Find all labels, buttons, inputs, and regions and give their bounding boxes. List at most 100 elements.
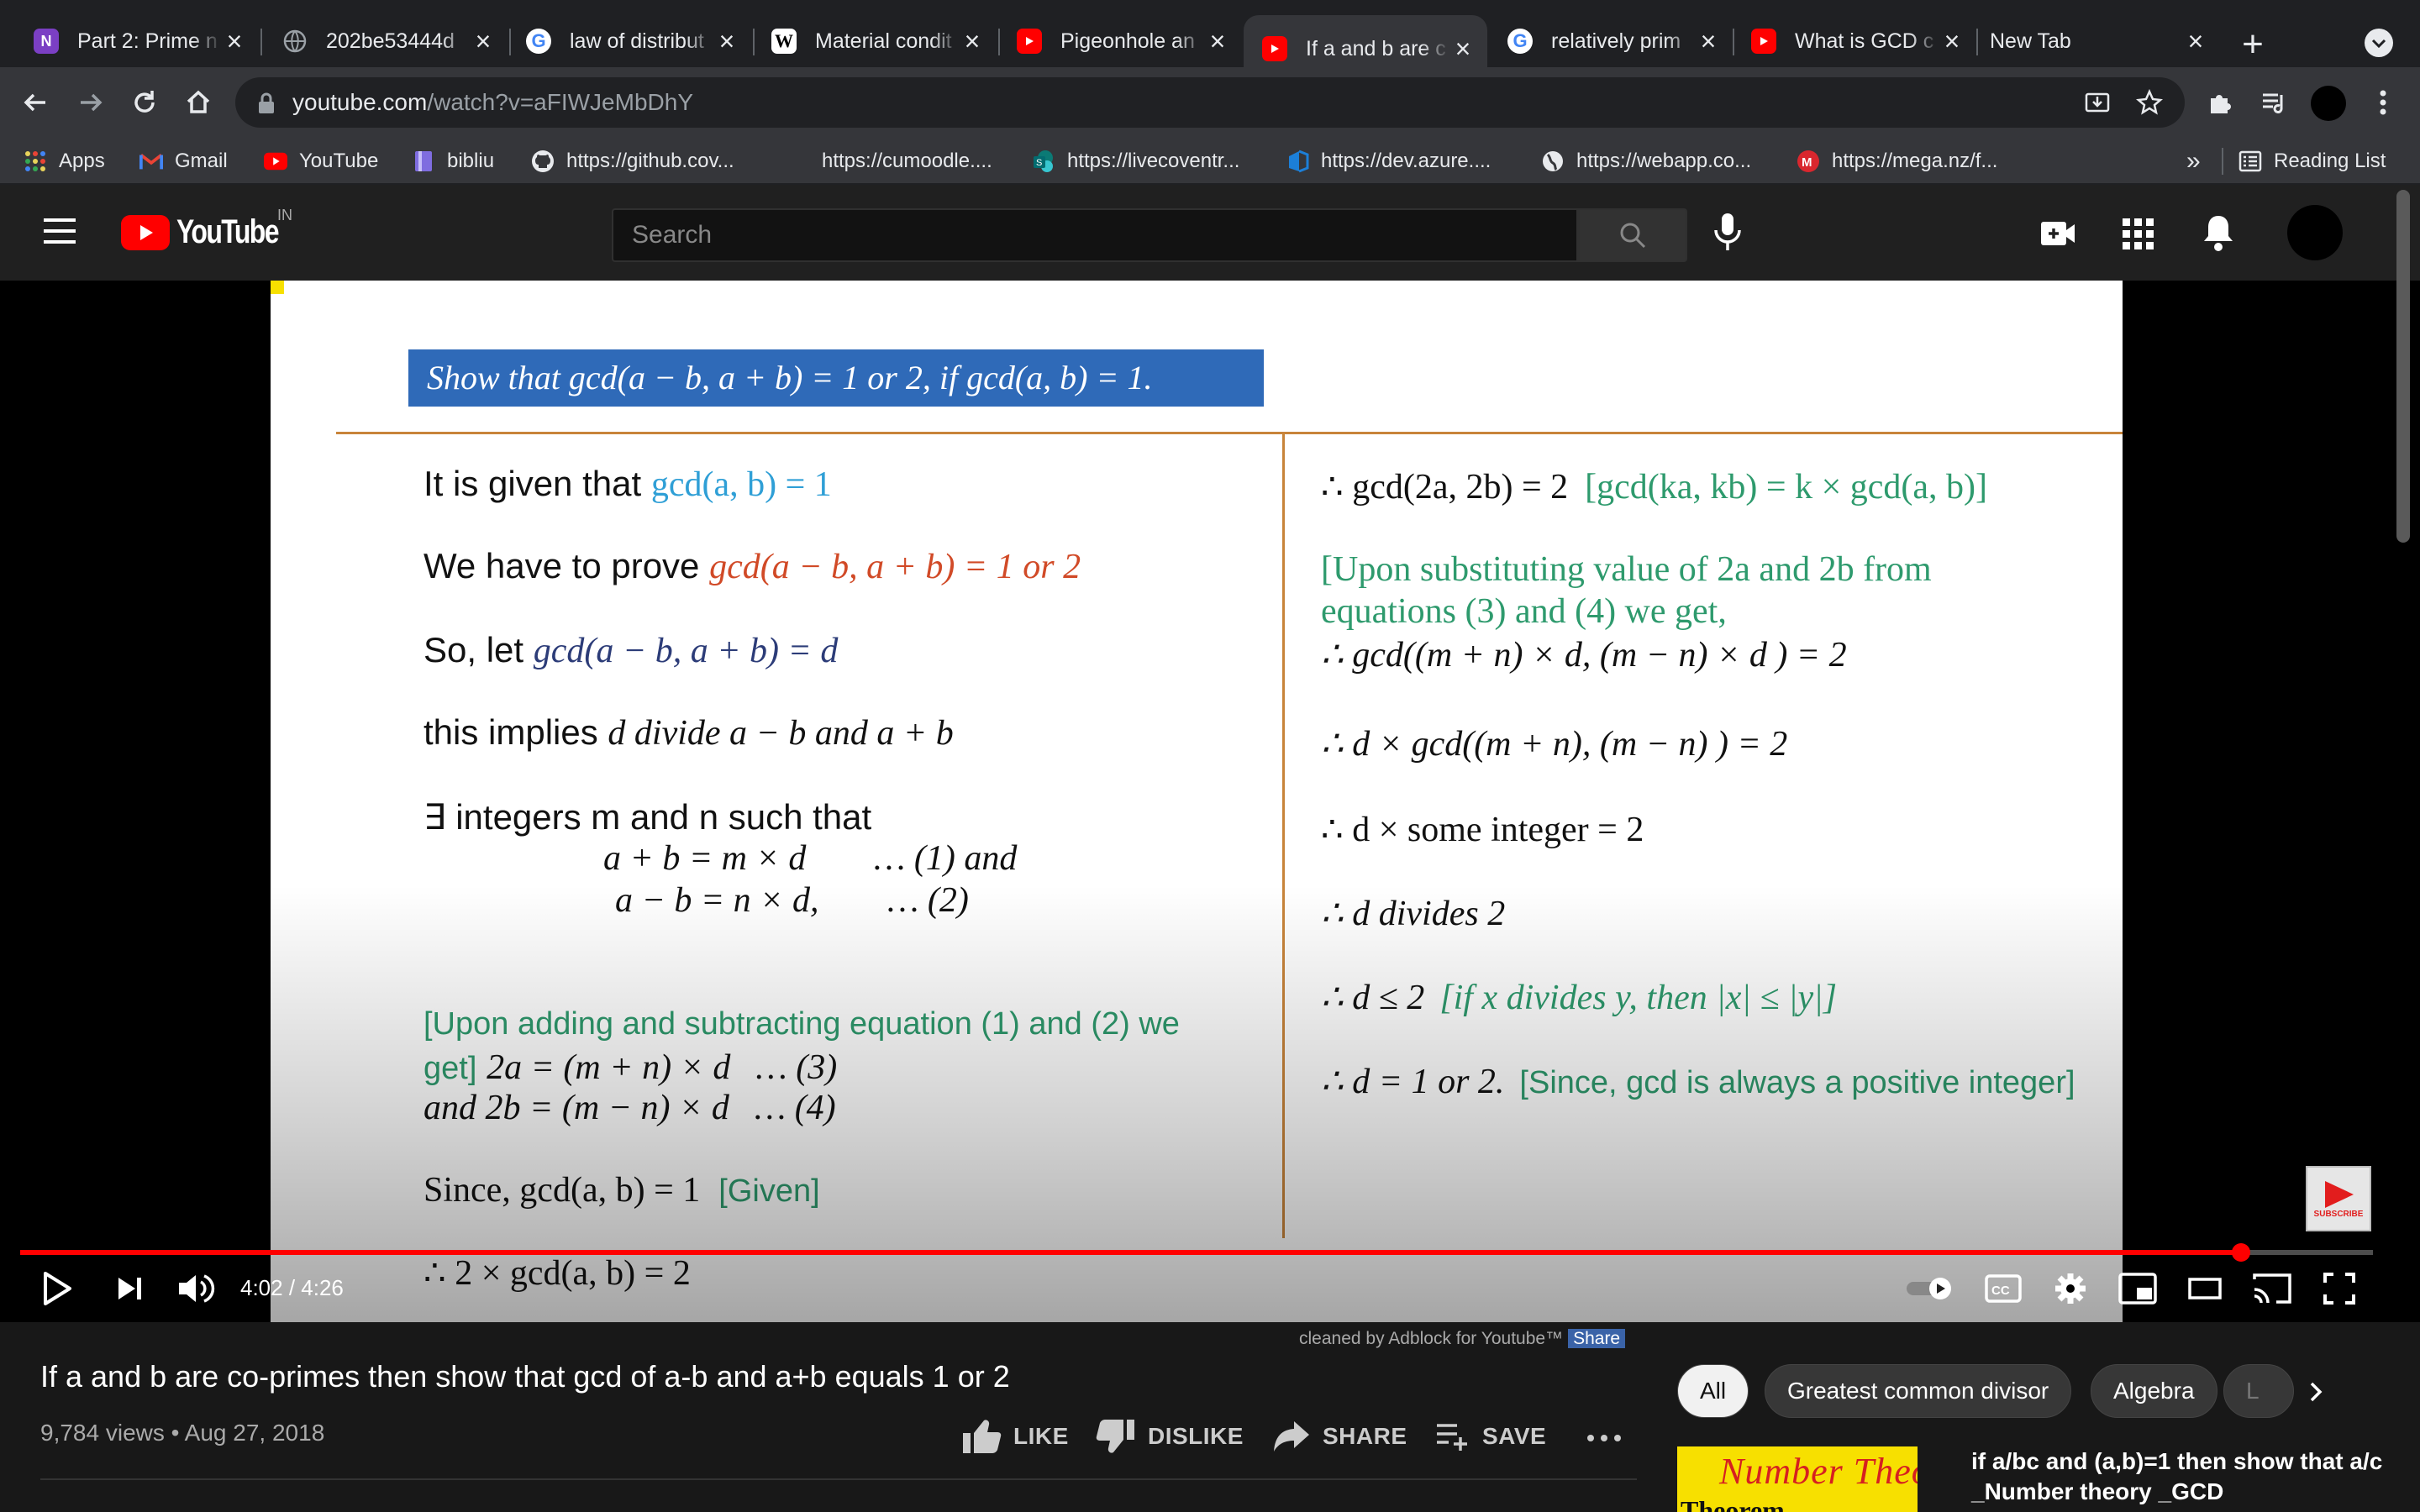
close-icon[interactable]: × xyxy=(1939,28,1965,55)
play-icon[interactable] xyxy=(34,1265,81,1312)
volume-icon[interactable] xyxy=(173,1265,220,1312)
autoplay-toggle[interactable] xyxy=(1904,1265,1956,1312)
like-button[interactable]: LIKE xyxy=(961,1415,1069,1458)
let-line: So, let gcd(a − b, a + b) = d xyxy=(424,630,839,670)
close-icon[interactable]: × xyxy=(471,28,496,55)
tab-what-is-gcd[interactable]: What is GCD c × xyxy=(1733,15,1976,67)
save-button[interactable]: SAVE xyxy=(1435,1415,1546,1458)
subscribe-watermark[interactable]: SUBSCRIBE xyxy=(2306,1166,2371,1231)
create-video-icon[interactable] xyxy=(2040,220,2075,251)
bookmark-youtube[interactable]: YouTube xyxy=(264,146,378,176)
youtube-logo-icon xyxy=(121,214,170,250)
tab-search-icon[interactable] xyxy=(2365,29,2393,57)
account-avatar[interactable] xyxy=(2287,205,2343,260)
close-icon[interactable]: × xyxy=(1450,35,1476,62)
next-video-icon[interactable] xyxy=(106,1265,153,1312)
bookmarks-bar: Apps Gmail YouTube bibliu https://github… xyxy=(0,138,2420,185)
bookmark-apps[interactable]: Apps xyxy=(24,146,105,176)
profile-avatar[interactable] xyxy=(2311,86,2346,121)
theater-mode-icon[interactable] xyxy=(2181,1265,2228,1312)
share-label: SHARE xyxy=(1323,1423,1407,1449)
close-icon[interactable]: × xyxy=(960,28,985,55)
settings-gear-icon[interactable] xyxy=(2047,1265,2094,1312)
hamburger-menu-icon[interactable] xyxy=(42,217,77,249)
google-icon: G xyxy=(1507,29,1533,54)
tab-pigeonhole[interactable]: Pigeonhole an × xyxy=(998,15,1242,67)
share-button[interactable]: SHARE xyxy=(1272,1415,1407,1458)
bookmark-gmail[interactable]: Gmail xyxy=(139,146,228,176)
bookmark-github[interactable]: https://github.cov... xyxy=(531,146,734,176)
closed-captions-icon[interactable]: CC xyxy=(1980,1265,2027,1312)
search-input[interactable] xyxy=(612,208,1578,262)
progress-scrubber-handle[interactable] xyxy=(2232,1243,2251,1262)
adblock-share-button[interactable]: Share xyxy=(1568,1329,1626,1348)
playlist-add-icon xyxy=(1437,1424,1467,1451)
address-bar[interactable]: youtube.com/watch?v=aFIWJeMbDhY xyxy=(235,77,2185,128)
home-icon[interactable] xyxy=(180,84,217,121)
close-icon[interactable]: × xyxy=(2183,28,2208,55)
install-app-icon[interactable] xyxy=(2084,89,2111,116)
search-button[interactable] xyxy=(1578,208,1687,262)
recommended-video-thumbnail[interactable]: Number Theory Theorem xyxy=(1677,1446,1918,1512)
more-actions-icon[interactable] xyxy=(1586,1431,1622,1446)
new-tab-plus-icon[interactable]: + xyxy=(2232,24,2274,66)
recommended-video-title[interactable]: if a/bc and (a,b)=1 then show that a/c _… xyxy=(1971,1446,2408,1507)
tab-material-conditional[interactable]: W Material condit × xyxy=(753,15,997,67)
tab-202be[interactable]: 202be53444d × xyxy=(264,15,508,67)
thumbnail-title-text: Number Theory xyxy=(1719,1451,1918,1492)
browser-menu-icon[interactable] xyxy=(2365,84,2402,121)
bookmark-bibliu[interactable]: bibliu xyxy=(412,146,494,176)
microphone-icon[interactable] xyxy=(1711,212,1744,258)
bookmark-mega[interactable]: M https://mega.nz/f... xyxy=(1797,146,1997,176)
chip-algebra[interactable]: Algebra xyxy=(2091,1364,2217,1418)
equation-2: a − b = n × d, xyxy=(615,881,819,920)
since-line: Since, gcd(a, b) = 1 [Given] xyxy=(424,1171,820,1210)
lock-icon[interactable] xyxy=(257,92,276,118)
bookmark-livecoventry[interactable]: S https://livecoventr... xyxy=(1032,146,1239,176)
equation-4-line: and 2b = (m − n) × d… (4) xyxy=(424,1089,836,1127)
chip-all[interactable]: All xyxy=(1677,1364,1749,1418)
bookmark-label: YouTube xyxy=(299,150,379,172)
extensions-puzzle-icon[interactable] xyxy=(2202,84,2238,121)
bookmark-dev-azure[interactable]: https://dev.azure.... xyxy=(1286,146,1491,176)
bookmark-webapp[interactable]: https://webapp.co... xyxy=(1541,146,1751,176)
reading-list-label: Reading List xyxy=(2274,150,2386,172)
url-text[interactable]: youtube.com/watch?v=aFIWJeMbDhY xyxy=(292,89,693,116)
youtube-logo[interactable]: YouTube IN xyxy=(121,207,303,251)
bookmark-star-icon[interactable] xyxy=(2136,88,2163,116)
tab-law-distribution[interactable]: G law of distribut × xyxy=(508,15,751,67)
google-icon: G xyxy=(526,29,551,54)
dislike-button[interactable]: DISLIKE xyxy=(1096,1415,1244,1458)
close-icon[interactable]: × xyxy=(222,28,247,55)
bookmarks-overflow-chevron[interactable]: » xyxy=(2186,146,2201,176)
tab-relatively-prime[interactable]: G relatively prim × xyxy=(1489,15,1733,67)
cast-icon[interactable] xyxy=(2249,1265,2296,1312)
back-icon[interactable] xyxy=(17,84,54,121)
video-player[interactable]: Show that gcd(a − b, a + b) = 1 or 2, if… xyxy=(0,281,2420,1322)
bookmark-label: https://cumoodle.... xyxy=(822,150,992,172)
tab-part2-prime[interactable]: N Part 2: Prime n × xyxy=(15,15,259,67)
forward-icon[interactable] xyxy=(72,84,109,121)
page-scrollbar-thumb[interactable] xyxy=(2396,190,2410,543)
chip-truncated[interactable]: L xyxy=(2223,1364,2294,1418)
miniplayer-icon[interactable] xyxy=(2114,1265,2161,1312)
implies-line: this implies d divide a − b and a + b xyxy=(424,712,954,753)
fullscreen-icon[interactable] xyxy=(2316,1265,2363,1312)
close-icon[interactable]: × xyxy=(1696,28,1721,55)
tab-new-tab[interactable]: New Tab × xyxy=(1976,15,2220,67)
video-views-date: 9,784 views • Aug 27, 2018 xyxy=(40,1420,325,1446)
chip-greatest-common-divisor[interactable]: Greatest common divisor xyxy=(1765,1364,2072,1418)
close-icon[interactable]: × xyxy=(714,28,739,55)
slide-horizontal-rule xyxy=(336,432,2123,434)
media-queue-icon[interactable] xyxy=(2255,84,2292,121)
progress-bar[interactable] xyxy=(20,1250,2373,1255)
apps-grid-icon[interactable] xyxy=(2121,217,2154,255)
reading-list-icon xyxy=(2238,150,2262,173)
reading-list-button[interactable]: Reading List xyxy=(2238,146,2386,176)
close-icon[interactable]: × xyxy=(1205,28,1230,55)
bookmark-cumoodle[interactable]: https://cumoodle.... xyxy=(822,146,992,176)
notifications-bell-icon[interactable] xyxy=(2202,213,2235,256)
reload-icon[interactable] xyxy=(126,84,163,121)
right-substitute-note-a: [Upon substituting value of 2a and 2b fr… xyxy=(1321,550,1932,589)
chips-next-chevron-icon[interactable] xyxy=(2294,1369,2339,1415)
